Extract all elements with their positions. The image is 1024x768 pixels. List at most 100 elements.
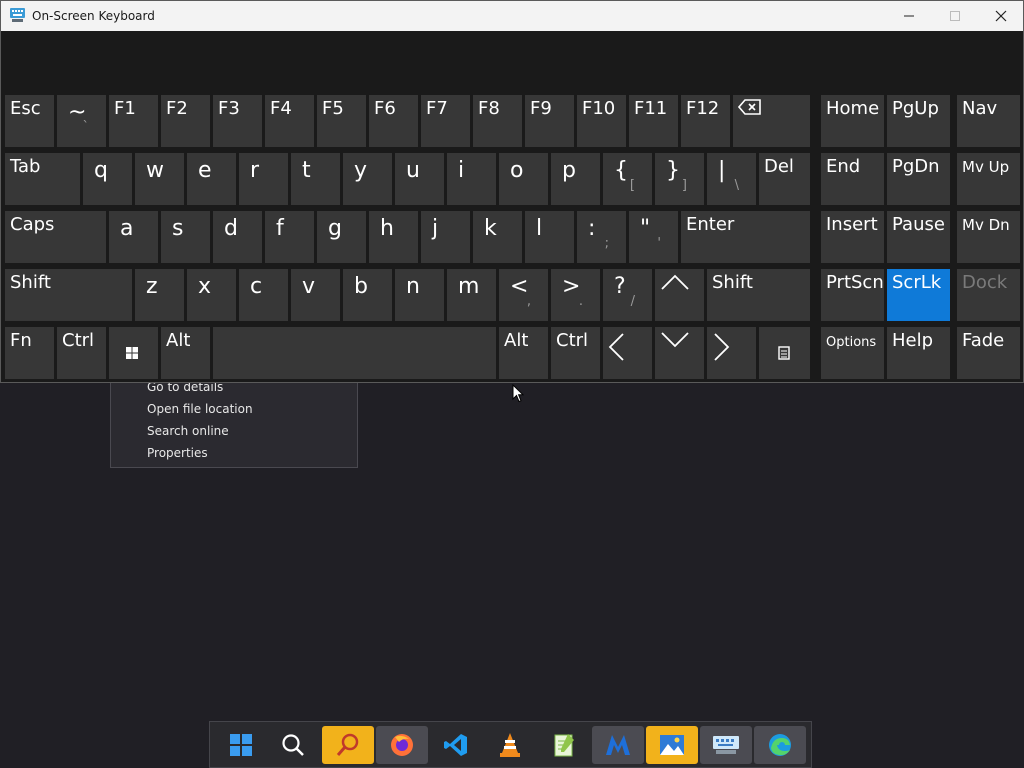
key-n[interactable]: n <box>395 269 444 321</box>
key-b[interactable]: b <box>343 269 392 321</box>
key-scrlk[interactable]: ScrLk <box>887 269 950 321</box>
key-e[interactable]: e <box>187 153 236 205</box>
key-f10[interactable]: F10 <box>577 95 626 147</box>
key-end[interactable]: End <box>821 153 884 205</box>
minimize-button[interactable] <box>886 1 932 31</box>
key-i[interactable]: i <box>447 153 496 205</box>
taskbar-vlc[interactable] <box>484 726 536 764</box>
key-x[interactable]: x <box>187 269 236 321</box>
key-f[interactable]: f <box>265 211 314 263</box>
key-f7[interactable]: F7 <box>421 95 470 147</box>
key-close-brace[interactable]: }] <box>655 153 704 205</box>
key-pgup[interactable]: PgUp <box>887 95 950 147</box>
key-f4[interactable]: F4 <box>265 95 314 147</box>
key-f11[interactable]: F11 <box>629 95 678 147</box>
key-help[interactable]: Help <box>887 327 950 379</box>
key-c[interactable]: c <box>239 269 288 321</box>
taskbar-app-m[interactable] <box>592 726 644 764</box>
close-button[interactable] <box>978 1 1024 31</box>
key-home[interactable]: Home <box>821 95 884 147</box>
key-caps[interactable]: Caps <box>5 211 106 263</box>
key-tab[interactable]: Tab <box>5 153 80 205</box>
key-less-than[interactable]: <, <box>499 269 548 321</box>
key-p[interactable]: p <box>551 153 600 205</box>
key-alt[interactable]: Alt <box>499 327 548 379</box>
taskbar-search-app[interactable] <box>322 726 374 764</box>
key-r[interactable]: r <box>239 153 288 205</box>
menu-item-open-file-location[interactable]: Open file location <box>147 402 253 416</box>
taskbar-firefox[interactable] <box>376 726 428 764</box>
key-mv-dn[interactable]: Mv Dn <box>957 211 1020 263</box>
key-m[interactable]: m <box>447 269 496 321</box>
taskbar-photos[interactable] <box>646 726 698 764</box>
key-arrow-up[interactable] <box>655 269 704 321</box>
key-h[interactable]: h <box>369 211 418 263</box>
key-arrow-left[interactable] <box>603 327 652 379</box>
key-prtscn[interactable]: PrtScn <box>821 269 884 321</box>
key-t[interactable]: t <box>291 153 340 205</box>
key-f9[interactable]: F9 <box>525 95 574 147</box>
key-space[interactable] <box>213 327 496 379</box>
key-colon[interactable]: :; <box>577 211 626 263</box>
key-k[interactable]: k <box>473 211 522 263</box>
key-arrow-down[interactable] <box>655 327 704 379</box>
key-backspace[interactable] <box>733 95 810 147</box>
key-y[interactable]: y <box>343 153 392 205</box>
key-enter[interactable]: Enter <box>681 211 810 263</box>
key-windows[interactable] <box>109 327 158 379</box>
key-pause[interactable]: Pause <box>887 211 950 263</box>
key-f5[interactable]: F5 <box>317 95 366 147</box>
key-f2[interactable]: F2 <box>161 95 210 147</box>
key-arrow-right[interactable] <box>707 327 756 379</box>
key-insert[interactable]: Insert <box>821 211 884 263</box>
key-options[interactable]: Options <box>821 327 884 379</box>
key-alt[interactable]: Alt <box>161 327 210 379</box>
key-j[interactable]: j <box>421 211 470 263</box>
maximize-button[interactable] <box>932 1 978 31</box>
taskbar-notepad-plus[interactable] <box>538 726 590 764</box>
key-f1[interactable]: F1 <box>109 95 158 147</box>
key-open-brace[interactable]: {[ <box>603 153 652 205</box>
key-dock[interactable]: Dock <box>957 269 1020 321</box>
key-menu-key[interactable] <box>759 327 810 379</box>
key-nav[interactable]: Nav <box>957 95 1020 147</box>
search-button[interactable] <box>267 726 319 764</box>
key-v[interactable]: v <box>291 269 340 321</box>
key-w[interactable]: w <box>135 153 184 205</box>
key-ctrl[interactable]: Ctrl <box>551 327 600 379</box>
key-question[interactable]: ? / <box>603 269 652 321</box>
key-quote[interactable]: " ' <box>629 211 678 263</box>
key-fn[interactable]: Fn <box>5 327 54 379</box>
key-esc[interactable]: Esc <box>5 95 54 147</box>
key-o[interactable]: o <box>499 153 548 205</box>
taskbar-edge[interactable] <box>754 726 806 764</box>
key-shift[interactable]: Shift <box>707 269 810 321</box>
key-d[interactable]: d <box>213 211 262 263</box>
key-greater-than[interactable]: >. <box>551 269 600 321</box>
taskbar-osk[interactable] <box>700 726 752 764</box>
key-tilde[interactable]: ~ ` <box>57 95 106 147</box>
menu-item-properties[interactable]: Properties <box>147 446 208 460</box>
key-del[interactable]: Del <box>759 153 810 205</box>
key-f6[interactable]: F6 <box>369 95 418 147</box>
key-pgdn[interactable]: PgDn <box>887 153 950 205</box>
key-shift[interactable]: Shift <box>5 269 132 321</box>
start-button[interactable] <box>215 726 267 764</box>
key-f12[interactable]: F12 <box>681 95 730 147</box>
taskbar-vscode[interactable] <box>430 726 482 764</box>
key-ctrl[interactable]: Ctrl <box>57 327 106 379</box>
menu-item-search-online[interactable]: Search online <box>147 424 229 438</box>
key-fade[interactable]: Fade <box>957 327 1020 379</box>
key-a[interactable]: a <box>109 211 158 263</box>
key-z[interactable]: z <box>135 269 184 321</box>
key-pipe[interactable]: | \ <box>707 153 756 205</box>
title-bar[interactable]: On-Screen Keyboard <box>1 1 1023 31</box>
key-u[interactable]: u <box>395 153 444 205</box>
key-s[interactable]: s <box>161 211 210 263</box>
key-l[interactable]: l <box>525 211 574 263</box>
key-mv-up[interactable]: Mv Up <box>957 153 1020 205</box>
key-f3[interactable]: F3 <box>213 95 262 147</box>
key-q[interactable]: q <box>83 153 132 205</box>
key-f8[interactable]: F8 <box>473 95 522 147</box>
key-g[interactable]: g <box>317 211 366 263</box>
